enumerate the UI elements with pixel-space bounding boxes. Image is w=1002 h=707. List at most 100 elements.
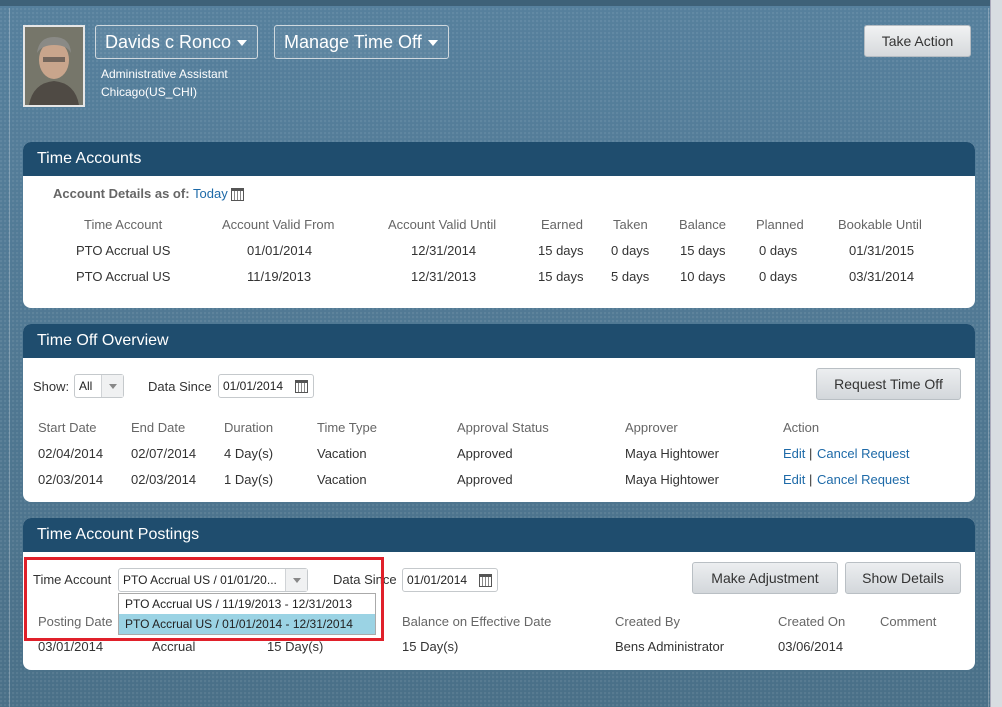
show-value: All — [79, 379, 93, 393]
col-approval-status: Approval Status — [457, 420, 549, 435]
table-cell: PTO Accrual US — [76, 269, 171, 284]
table-cell: 5 days — [611, 269, 650, 284]
col-taken: Taken — [613, 217, 648, 232]
col-planned: Planned — [756, 217, 804, 232]
data-since-label: Data Since — [148, 379, 212, 394]
calendar-icon[interactable] — [295, 379, 308, 394]
table-cell: PTO Accrual US — [76, 243, 171, 258]
col-valid-from: Account Valid From — [222, 217, 335, 232]
employee-name-dropdown[interactable]: Davids c Ronco — [95, 25, 258, 59]
panel-title: Time Off Overview — [23, 324, 975, 358]
option-item-selected[interactable]: PTO Accrual US / 01/01/2014 - 12/31/2014 — [119, 614, 375, 634]
chevron-down-icon — [285, 569, 307, 591]
table-cell: Approved — [457, 446, 513, 461]
col-bookable-until: Bookable Until — [838, 217, 922, 232]
col-end-date: End Date — [131, 420, 186, 435]
table-cell: 10 days — [680, 269, 726, 284]
data-since-label: Data Since — [333, 572, 397, 587]
table-cell: 03/01/2014 — [38, 639, 104, 654]
table-cell: 01/01/2014 — [247, 243, 313, 258]
cancel-request-link[interactable]: Cancel Request — [817, 446, 910, 461]
table-cell: 0 days — [611, 243, 650, 258]
take-action-button[interactable]: Take Action — [864, 25, 971, 57]
show-select[interactable]: All — [74, 374, 124, 398]
calendar-icon[interactable] — [231, 186, 244, 202]
col-created-by: Created By — [615, 614, 681, 629]
col-action: Action — [783, 420, 820, 435]
col-approver: Approver — [625, 420, 678, 435]
table-cell: 02/03/2014 — [131, 472, 197, 487]
col-comment: Comment — [880, 614, 937, 629]
table-cell: 03/06/2014 — [778, 639, 844, 654]
table-cell: 0 days — [759, 269, 798, 284]
col-created-on: Created On — [778, 614, 846, 629]
chevron-down-icon — [101, 375, 123, 397]
show-label: Show: — [33, 379, 70, 394]
today-link[interactable]: Today — [193, 186, 228, 201]
table-cell: 15 Day(s) — [267, 639, 324, 654]
separator: | — [809, 472, 813, 487]
col-posting-date: Posting Date — [38, 614, 113, 629]
data-since-input[interactable]: 01/01/2014 — [218, 374, 314, 398]
table-cell: 02/07/2014 — [131, 446, 197, 461]
scrollbar[interactable] — [990, 0, 1002, 707]
table-cell: 4 Day(s) — [224, 446, 274, 461]
data-since-value: 01/01/2014 — [407, 573, 468, 587]
table-cell: 11/19/2013 — [247, 269, 312, 284]
time-off-overview-panel: Time Off Overview Show: All Data Since 0… — [23, 324, 975, 502]
table-cell: Vacation — [317, 472, 367, 487]
time-account-options: PTO Accrual US / 11/19/2013 - 12/31/2013… — [118, 593, 376, 635]
table-cell: Maya Hightower — [625, 446, 719, 461]
calendar-icon[interactable] — [479, 573, 492, 588]
manage-time-off-label: Manage Time Off — [284, 31, 422, 52]
avatar — [23, 25, 85, 107]
col-valid-until: Account Valid Until — [388, 217, 497, 232]
edit-link[interactable]: Edit — [783, 472, 805, 487]
employee-info: Administrative Assistant Chicago(US_CHI) — [101, 65, 228, 101]
table-cell: 1 Day(s) — [224, 472, 274, 487]
table-cell: 15 Day(s) — [402, 639, 459, 654]
account-details-label: Account Details as of: — [53, 186, 190, 201]
avatar-photo — [25, 27, 83, 105]
table-cell: 15 days — [538, 269, 584, 284]
time-account-select[interactable]: PTO Accrual US / 01/01/20... — [118, 568, 308, 592]
table-cell: 12/31/2014 — [411, 243, 477, 258]
panel-title: Time Accounts — [23, 142, 975, 176]
location: Chicago(US_CHI) — [101, 85, 198, 99]
top-strip — [0, 0, 990, 6]
chevron-down-icon — [427, 40, 438, 46]
edit-link[interactable]: Edit — [783, 446, 805, 461]
chevron-down-icon — [237, 40, 248, 46]
col-balance-effective: Balance on Effective Date — [402, 614, 552, 629]
table-cell: 03/31/2014 — [849, 269, 915, 284]
col-duration: Duration — [224, 420, 274, 435]
table-cell: 02/04/2014 — [38, 446, 104, 461]
make-adjustment-button[interactable]: Make Adjustment — [692, 562, 838, 594]
table-cell: Approved — [457, 472, 513, 487]
col-start-date: Start Date — [38, 420, 97, 435]
col-earned: Earned — [541, 217, 583, 232]
col-time-account: Time Account — [84, 217, 163, 232]
option-item[interactable]: PTO Accrual US / 11/19/2013 - 12/31/2013 — [119, 594, 375, 614]
table-cell: Bens Administrator — [615, 639, 725, 654]
time-accounts-panel: Time Accounts Account Details as of: Tod… — [23, 142, 975, 308]
job-title: Administrative Assistant — [101, 67, 228, 81]
table-cell: 02/03/2014 — [38, 472, 104, 487]
employee-name: Davids c Ronco — [105, 31, 232, 52]
separator: | — [809, 446, 813, 461]
table-cell: 12/31/2013 — [411, 269, 477, 284]
table-cell: Vacation — [317, 446, 367, 461]
col-balance: Balance — [679, 217, 726, 232]
table-cell: 15 days — [538, 243, 584, 258]
manage-time-off-dropdown[interactable]: Manage Time Off — [274, 25, 449, 59]
table-cell: Accrual — [152, 639, 196, 654]
request-time-off-button[interactable]: Request Time Off — [816, 368, 961, 400]
table-cell: 01/31/2015 — [849, 243, 915, 258]
data-since-input[interactable]: 01/01/2014 — [402, 568, 498, 592]
panel-title: Time Account Postings — [23, 518, 975, 552]
show-details-button[interactable]: Show Details — [845, 562, 961, 594]
cancel-request-link[interactable]: Cancel Request — [817, 472, 910, 487]
data-since-value: 01/01/2014 — [223, 379, 284, 393]
col-time-type: Time Type — [317, 420, 377, 435]
time-account-label: Time Account — [33, 572, 112, 587]
